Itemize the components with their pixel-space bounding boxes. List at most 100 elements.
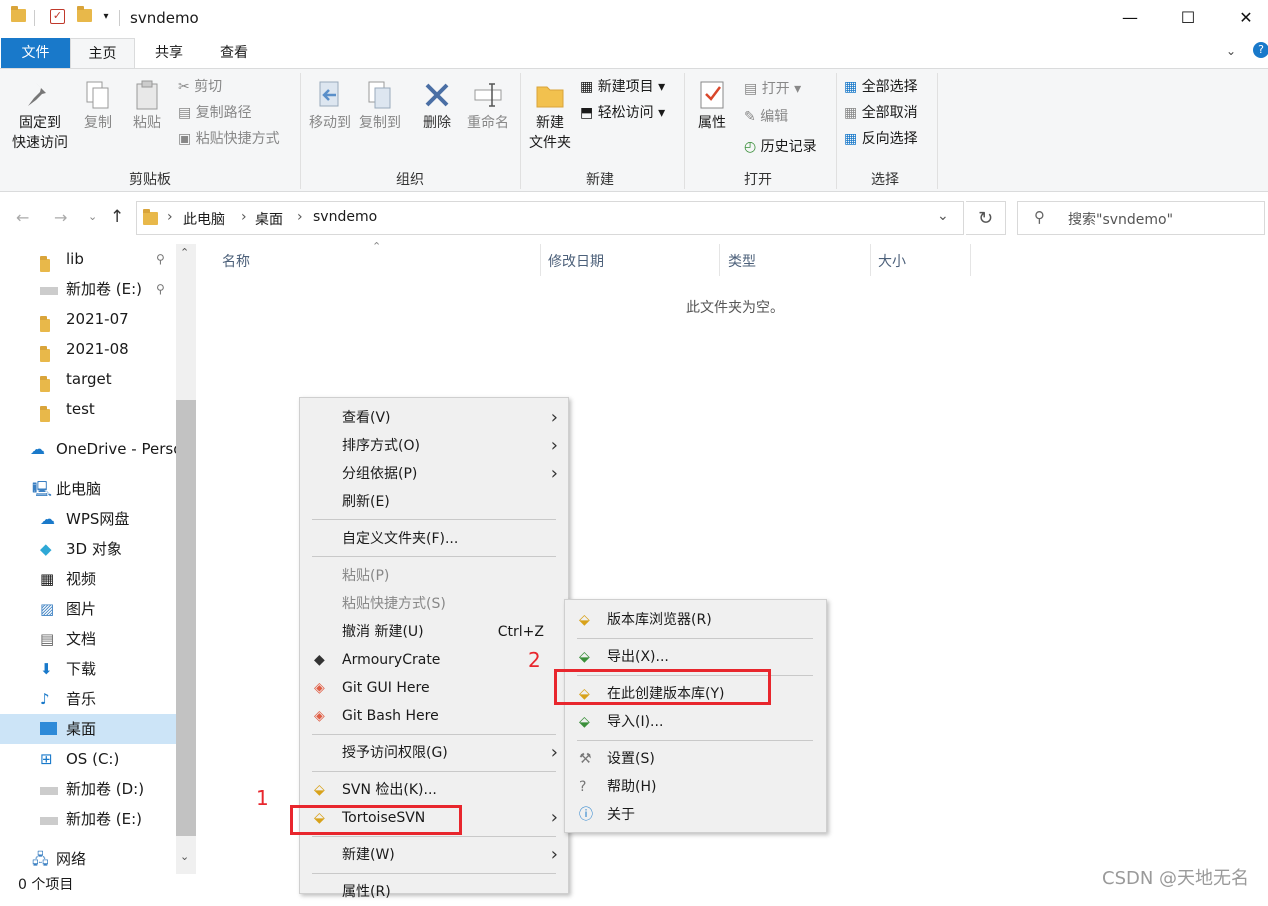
column-modified[interactable]: 修改日期 <box>548 251 604 271</box>
select-all-button[interactable]: ▦ 全部选择 <box>844 75 918 99</box>
menu-item-import[interactable]: ⬙ 导入(I)... <box>565 708 826 736</box>
breadcrumb-svndemo[interactable]: svndemo <box>313 209 377 225</box>
paste-button[interactable]: 粘贴 <box>126 79 168 133</box>
copy-to-icon <box>368 81 391 109</box>
menu-item-refresh[interactable]: 刷新(E) <box>300 488 568 516</box>
edit-button[interactable]: ✎ 编辑 <box>744 105 788 129</box>
sidebar-item-onedrive[interactable]: ☁ OneDrive - Perso <box>0 434 176 464</box>
search-input[interactable]: ⚲ 搜索"svndemo" <box>1017 201 1265 235</box>
sidebar-item-documents[interactable]: ▤ 文档 <box>0 624 176 654</box>
menu-item-sort[interactable]: 排序方式(O) › <box>300 432 568 460</box>
recent-locations-icon[interactable]: ⌄ <box>88 210 97 223</box>
forward-icon[interactable]: → <box>54 208 67 227</box>
divider <box>937 73 938 189</box>
history-button[interactable]: ◴ 历史记录 <box>744 135 817 159</box>
cut-button[interactable]: ✂ 剪切 <box>178 75 222 99</box>
sidebar-item-test[interactable]: test <box>0 394 176 424</box>
delete-button[interactable]: 删除 <box>416 79 458 133</box>
scrollbar-thumb[interactable] <box>176 400 196 836</box>
open-button[interactable]: ▤ 打开 ▾ <box>744 77 801 101</box>
select-none-button[interactable]: ▦ 全部取消 <box>844 101 918 125</box>
menu-item-export[interactable]: ⬙ 导出(X)... <box>565 643 826 671</box>
rename-button[interactable]: 重命名 <box>462 79 514 133</box>
move-to-button[interactable]: 移动到 <box>306 79 354 133</box>
sidebar-item-downloads[interactable]: ⬇ 下载 <box>0 654 176 684</box>
customize-quick-access-icon[interactable]: ▾ <box>98 9 114 25</box>
sidebar-item-drive-e-2[interactable]: 新加卷 (E:) <box>0 804 176 834</box>
chevron-down-icon[interactable]: ⌄ <box>937 208 949 224</box>
column-name[interactable]: 名称 <box>222 251 250 271</box>
sidebar-item-label: 2021-08 <box>66 340 129 358</box>
menu-item-git-gui[interactable]: ◈ Git GUI Here <box>300 674 568 702</box>
breadcrumb-this-pc[interactable]: 此电脑 <box>183 209 225 229</box>
sidebar-item-network[interactable]: 🖧 网络 <box>0 844 176 874</box>
menu-item-customize[interactable]: 自定义文件夹(F)... <box>300 525 568 553</box>
tab-home[interactable]: 主页 <box>70 38 135 69</box>
divider <box>312 771 556 772</box>
cube-icon: ◆ <box>40 540 52 558</box>
sidebar-item-lib[interactable]: lib ⚲ <box>0 244 176 274</box>
sidebar-item-desktop[interactable]: 桌面 <box>0 714 176 744</box>
chevron-up-icon[interactable]: ⌃ <box>180 246 189 259</box>
minimize-button[interactable]: — <box>1100 0 1160 36</box>
menu-item-repo-browser[interactable]: ⬙ 版本库浏览器(R) <box>565 606 826 634</box>
column-type[interactable]: 类型 <box>728 251 756 271</box>
properties-button[interactable]: 属性 <box>690 79 734 133</box>
sidebar-item-target[interactable]: target <box>0 364 176 394</box>
menu-item-grant-access[interactable]: 授予访问权限(G) › <box>300 739 568 767</box>
sidebar-item-pictures[interactable]: ▨ 图片 <box>0 594 176 624</box>
menu-item-undo[interactable]: 撤消 新建(U) Ctrl+Z <box>300 618 568 646</box>
sidebar-item-label: 文档 <box>66 630 97 648</box>
sidebar-item-2021-07[interactable]: 2021-07 <box>0 304 176 334</box>
menu-item-paste[interactable]: 粘贴(P) <box>300 562 568 590</box>
help-icon[interactable]: ? <box>1253 42 1268 58</box>
menu-item-help[interactable]: ? 帮助(H) <box>565 773 826 801</box>
menu-item-paste-shortcut[interactable]: 粘贴快捷方式(S) <box>300 590 568 618</box>
copy-path-button[interactable]: ▤ 复制路径 <box>178 101 252 125</box>
sidebar-item-drive-d[interactable]: 新加卷 (D:) <box>0 774 176 804</box>
maximize-button[interactable]: ☐ <box>1158 0 1218 36</box>
sidebar-item-videos[interactable]: ▦ 视频 <box>0 564 176 594</box>
sidebar-item-drive-e[interactable]: 新加卷 (E:) ⚲ <box>0 274 176 304</box>
sidebar-item-2021-08[interactable]: 2021-08 <box>0 334 176 364</box>
properties-quick-icon[interactable]: ✓ <box>50 9 65 24</box>
chevron-down-icon[interactable]: ⌄ <box>180 850 189 863</box>
invert-selection-button[interactable]: ▦ 反向选择 <box>844 127 918 151</box>
menu-item-properties[interactable]: 属性(R) <box>300 878 568 906</box>
breadcrumb-desktop[interactable]: 桌面 <box>255 209 283 229</box>
sidebar-item-label: 新加卷 (D:) <box>66 780 145 798</box>
new-item-button[interactable]: ▦ 新建项目 ▾ <box>580 75 665 99</box>
new-folder-quick-icon[interactable] <box>76 6 92 25</box>
tab-share[interactable]: 共享 <box>140 38 198 68</box>
easy-access-button[interactable]: ⬒ 轻松访问 ▾ <box>580 101 665 125</box>
chevron-down-icon[interactable]: ⌄ <box>1226 44 1236 58</box>
sidebar-item-3d-objects[interactable]: ◆ 3D 对象 <box>0 534 176 564</box>
menu-item-settings[interactable]: ⚒ 设置(S) <box>565 745 826 773</box>
paste-shortcut-button[interactable]: ▣ 粘贴快捷方式 <box>178 127 280 151</box>
tab-file[interactable]: 文件 <box>1 38 70 68</box>
up-icon[interactable]: ↑ <box>110 207 124 227</box>
column-size[interactable]: 大小 <box>878 251 906 271</box>
wrench-icon: ⚒ <box>579 751 592 767</box>
copy-to-button[interactable]: 复制到 <box>356 79 404 133</box>
menu-item-view[interactable]: 查看(V) › <box>300 404 568 432</box>
menu-item-git-bash[interactable]: ◈ Git Bash Here <box>300 702 568 730</box>
menu-item-new[interactable]: 新建(W) › <box>300 841 568 869</box>
sidebar-item-music[interactable]: ♪ 音乐 <box>0 684 176 714</box>
menu-item-group[interactable]: 分组依据(P) › <box>300 460 568 488</box>
address-bar[interactable]: › 此电脑 › 桌面 › svndemo ⌄ <box>136 201 964 235</box>
back-icon[interactable]: ← <box>16 208 29 227</box>
menu-item-svn-checkout[interactable]: ⬙ SVN 检出(K)... <box>300 776 568 804</box>
refresh-button[interactable]: ↻ <box>966 201 1006 235</box>
sidebar-scrollbar[interactable]: ⌃ ⌄ <box>176 244 196 874</box>
sidebar-item-drive-c[interactable]: ⊞ OS (C:) <box>0 744 176 774</box>
cloud-icon: ☁ <box>30 440 45 458</box>
sidebar-item-wps[interactable]: ☁ WPS网盘 <box>0 504 176 534</box>
sidebar-item-this-pc[interactable]: 🖳 此电脑 <box>0 474 176 504</box>
close-button[interactable]: ✕ <box>1216 0 1268 36</box>
new-folder-button[interactable]: 新建 文件夹 <box>524 79 576 153</box>
copy-button[interactable]: 复制 <box>78 79 118 133</box>
pin-quick-access-button[interactable]: 固定到 快速访问 <box>8 79 72 153</box>
menu-item-about[interactable]: ⓘ 关于 <box>565 801 826 829</box>
tab-view[interactable]: 查看 <box>205 38 263 68</box>
